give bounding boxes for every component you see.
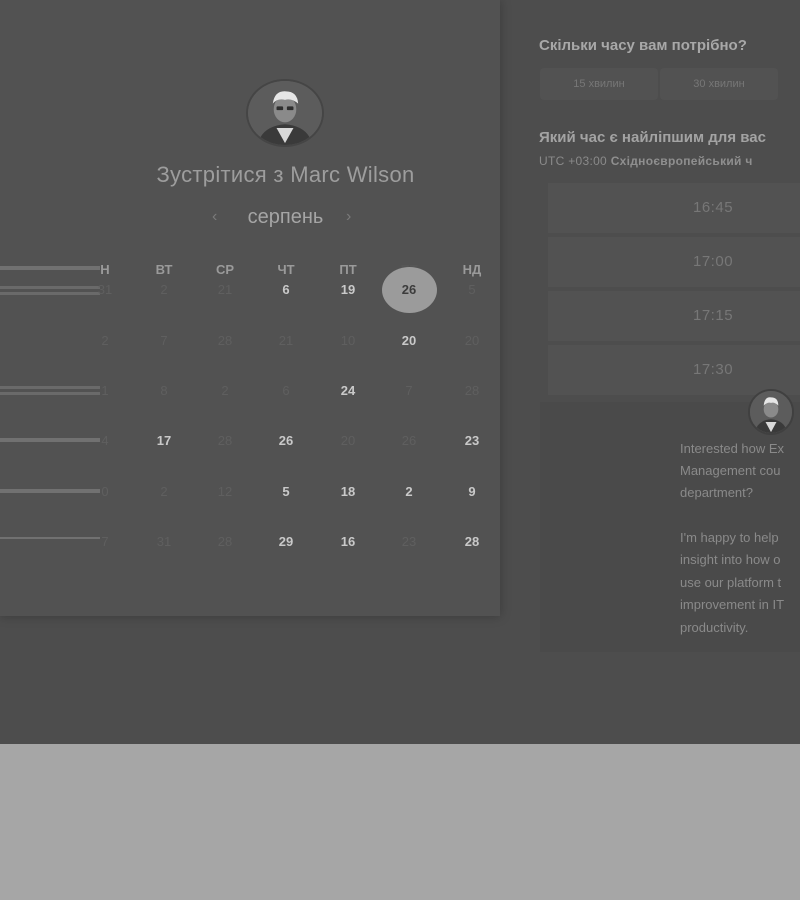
unavailable-day: 28 xyxy=(217,433,233,448)
unavailable-day: 12 xyxy=(217,484,233,499)
weekday-label: ЧТ xyxy=(277,262,295,277)
available-day[interactable]: 26 xyxy=(266,433,306,448)
calendar-panel: Зустрітися з Marc Wilson ‹ серпень › Н ВТ… xyxy=(0,0,500,616)
unavailable-day: 21 xyxy=(278,333,294,348)
unavailable-day: 20 xyxy=(340,433,356,448)
chat-line: I'm happy to help xyxy=(680,530,779,545)
available-day[interactable]: 5 xyxy=(266,484,306,499)
timezone-name[interactable]: Східноєвропейський ч xyxy=(611,154,753,168)
available-day[interactable]: 17 xyxy=(144,433,184,448)
weekday-label: СР xyxy=(215,262,235,277)
unavailable-day: 1 xyxy=(101,383,109,398)
chat-line: insight into how o xyxy=(680,552,781,567)
unavailable-day: 2 xyxy=(160,282,168,297)
meeting-title: Зустрітися з Marc Wilson xyxy=(156,162,415,187)
available-day[interactable]: 16 xyxy=(328,534,368,549)
time-slot[interactable]: 17:30 xyxy=(548,345,800,395)
available-day[interactable]: 18 xyxy=(328,484,368,499)
modal-overlay: Зустрітися з Marc Wilson ‹ серпень › Н ВТ… xyxy=(0,0,800,744)
timezone-line: UTC +03:00 Східноєвропейський ч xyxy=(539,154,753,168)
chat-line: department? xyxy=(680,485,753,500)
chat-line: use our platform t xyxy=(680,575,782,590)
best-time-title: Який час є найліпшим для вас xyxy=(539,129,766,146)
page-background xyxy=(0,744,800,900)
available-day[interactable]: 20 xyxy=(389,333,429,348)
person-avatar-icon xyxy=(248,81,322,145)
available-day[interactable]: 28 xyxy=(452,534,492,549)
unavailable-day: 7 xyxy=(101,534,109,549)
time-slot[interactable]: 17:15 xyxy=(548,291,800,341)
month-navigator: ‹ серпень › xyxy=(0,204,571,229)
selected-day[interactable]: 26 xyxy=(389,282,429,297)
unavailable-day: 23 xyxy=(401,534,417,549)
available-day[interactable]: 6 xyxy=(266,282,306,297)
unavailable-day: 28 xyxy=(464,383,480,398)
unavailable-day: 5 xyxy=(468,282,476,297)
unavailable-day: 7 xyxy=(405,383,413,398)
chat-line: productivity. xyxy=(680,620,749,635)
available-day[interactable]: 23 xyxy=(452,433,492,448)
weekday-label: НД xyxy=(462,262,482,277)
available-day[interactable]: 24 xyxy=(328,383,368,398)
chat-avatar xyxy=(748,389,794,435)
unavailable-day: 31 xyxy=(97,282,113,297)
weekday-label: Н xyxy=(100,262,110,277)
unavailable-day: 21 xyxy=(217,282,233,297)
unavailable-day: 4 xyxy=(101,433,109,448)
chat-line: Interested how Ex xyxy=(680,441,785,456)
person-avatar-icon xyxy=(750,391,792,433)
chat-line: Management cou xyxy=(680,463,781,478)
host-avatar xyxy=(246,79,324,147)
duration-title: Скільки часу вам потрібно? xyxy=(539,37,747,54)
unavailable-day: 20 xyxy=(464,333,480,348)
available-day[interactable]: 29 xyxy=(266,534,306,549)
unavailable-day: 28 xyxy=(217,534,233,549)
timezone-offset: UTC +03:00 xyxy=(539,154,608,168)
unavailable-day: 2 xyxy=(160,484,168,499)
chevron-right-icon[interactable]: › xyxy=(346,208,351,226)
month-label: серпень xyxy=(247,206,324,228)
available-day[interactable]: 2 xyxy=(389,484,429,499)
unavailable-day: 6 xyxy=(282,383,290,398)
duration-option-30[interactable]: 30 хвилин xyxy=(660,68,778,100)
unavailable-day: 2 xyxy=(221,383,229,398)
time-slot[interactable]: 16:45 xyxy=(548,183,800,233)
unavailable-day: 2 xyxy=(101,333,109,348)
duration-option-15[interactable]: 15 хвилин xyxy=(540,68,658,100)
unavailable-day: 10 xyxy=(340,333,356,348)
weekday-label: ВТ xyxy=(155,262,173,277)
unavailable-day: 8 xyxy=(160,383,168,398)
available-day[interactable]: 9 xyxy=(452,484,492,499)
available-day[interactable]: 19 xyxy=(328,282,368,297)
unavailable-day: 28 xyxy=(217,333,233,348)
unavailable-day: 31 xyxy=(156,534,172,549)
time-slot[interactable]: 17:00 xyxy=(548,237,800,287)
weekday-label: ПТ xyxy=(339,262,357,277)
unavailable-day: 26 xyxy=(401,433,417,448)
unavailable-day: 7 xyxy=(160,333,168,348)
chevron-left-icon[interactable]: ‹ xyxy=(212,208,217,226)
chat-line: improvement in IT xyxy=(680,597,785,612)
unavailable-day: 0 xyxy=(101,484,109,499)
